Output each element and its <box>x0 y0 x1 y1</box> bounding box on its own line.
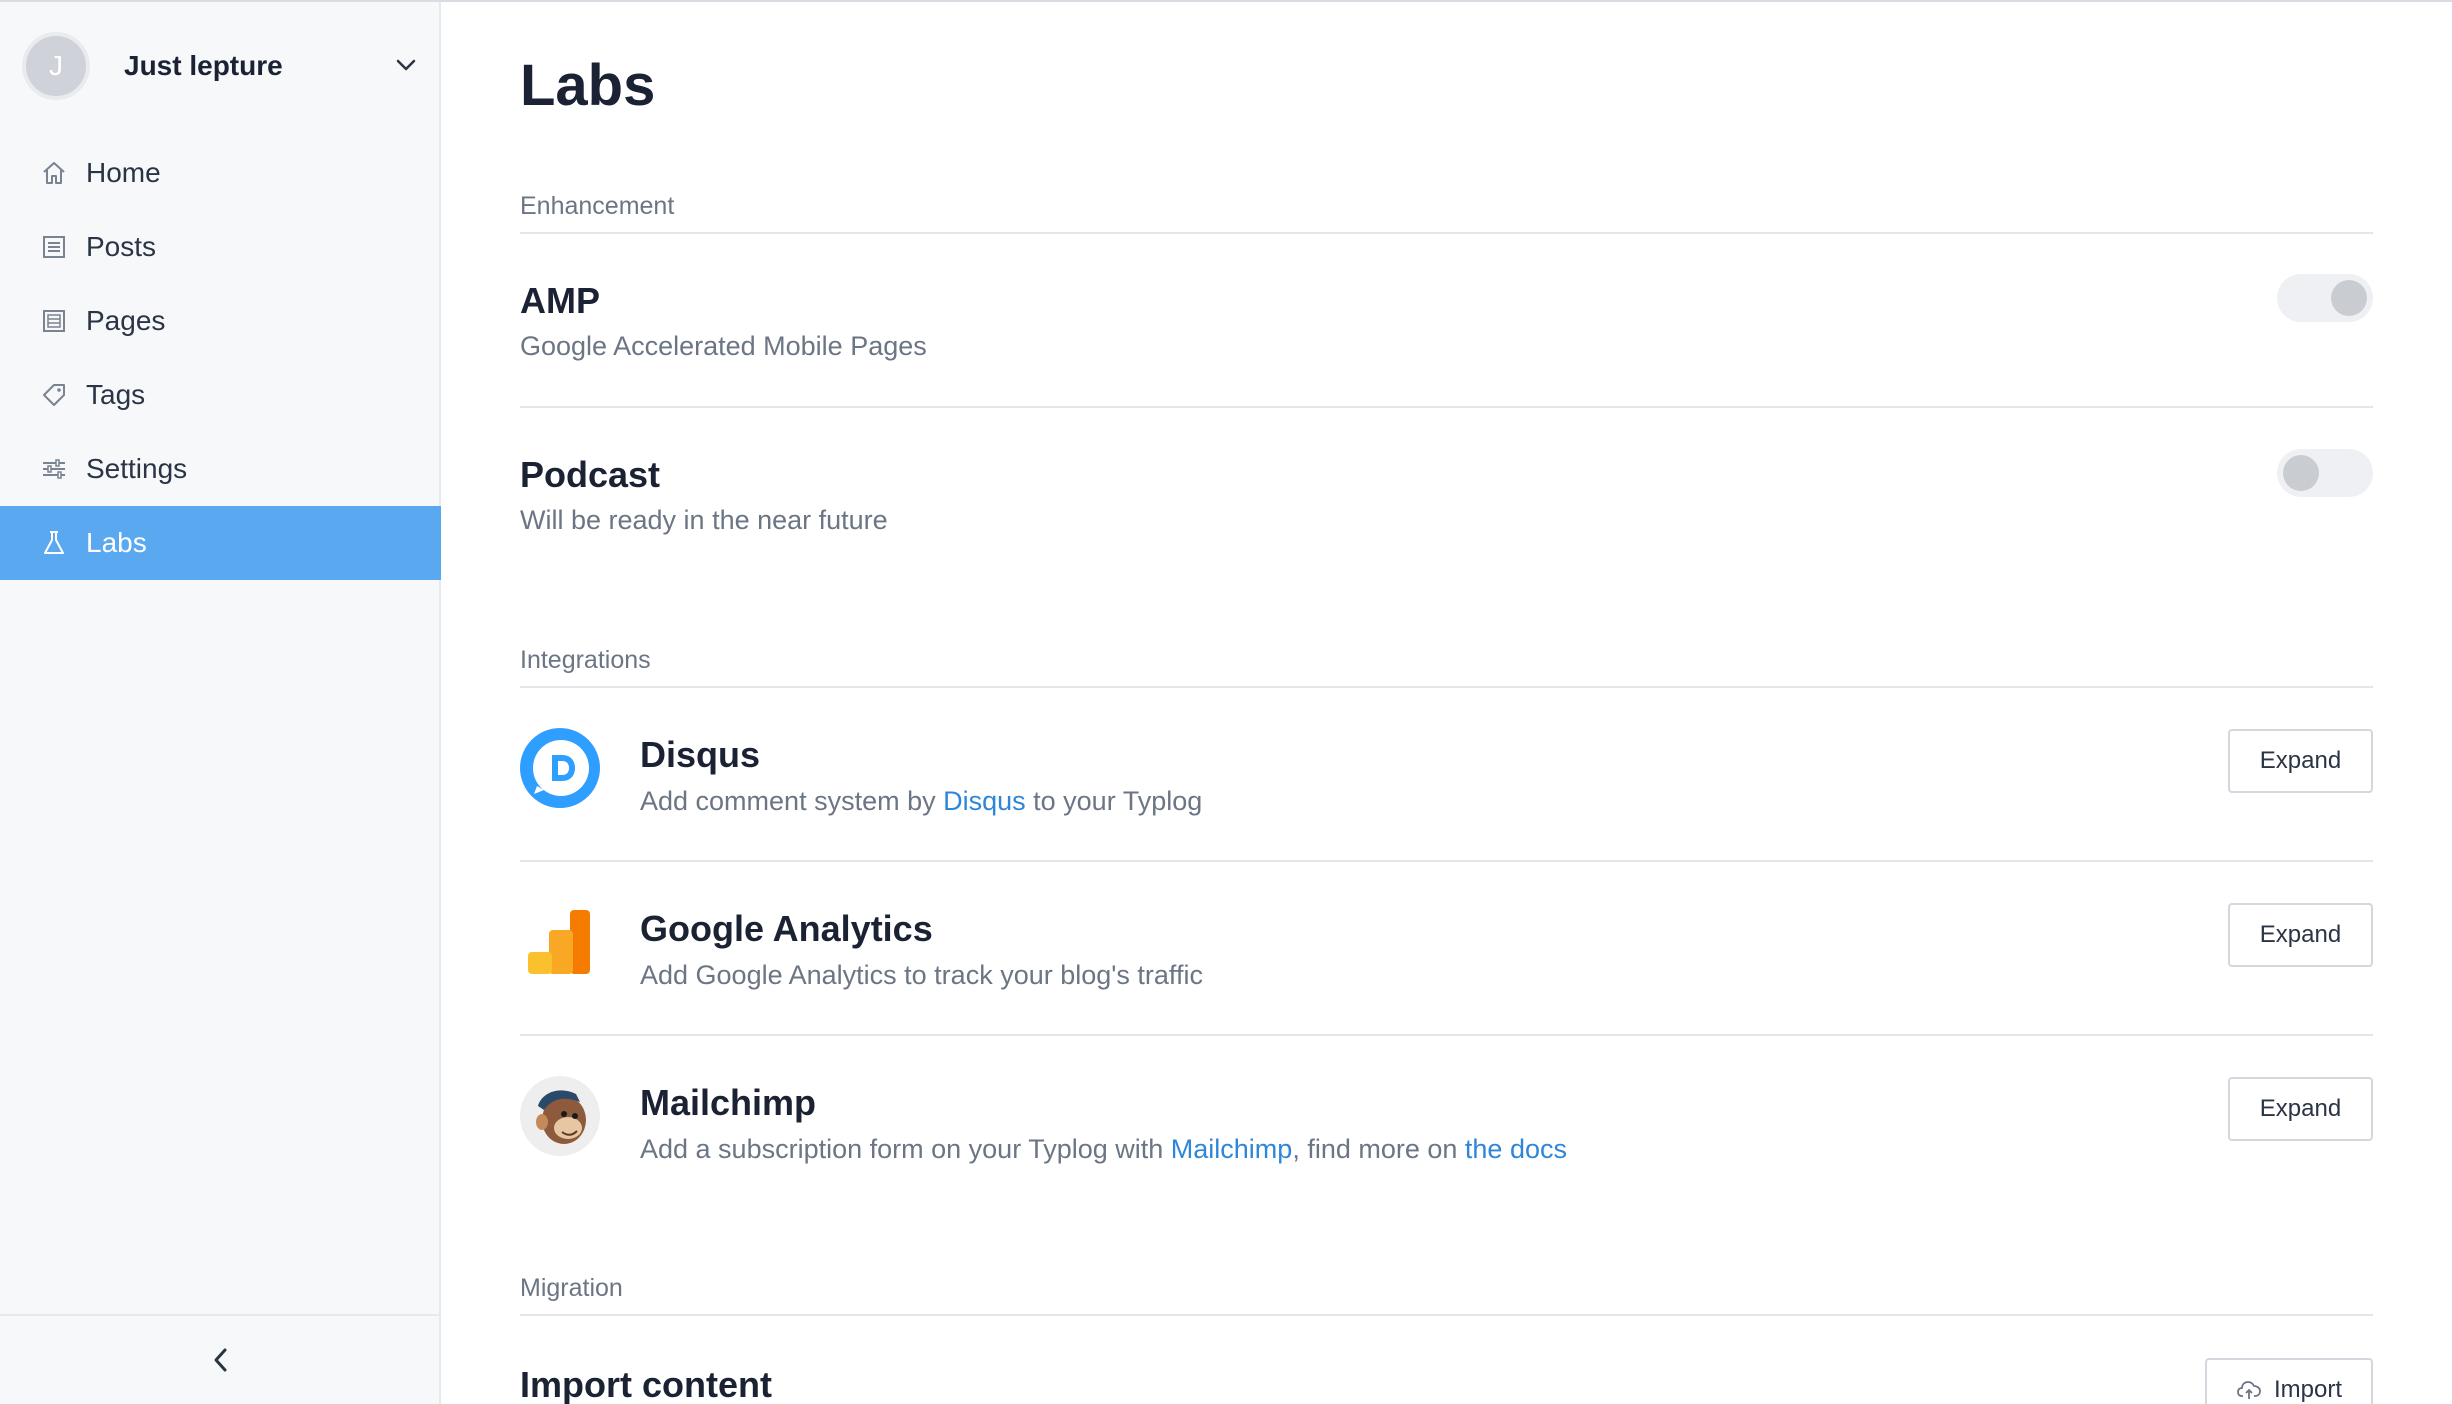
collapse-sidebar-button[interactable] <box>201 1340 241 1380</box>
podcast-description: Will be ready in the near future <box>520 505 888 535</box>
import-button-label: Import <box>2273 1376 2342 1403</box>
podcast-toggle[interactable] <box>2277 449 2373 497</box>
sidebar-footer <box>0 1314 441 1404</box>
page-title: Labs <box>520 53 656 118</box>
podcast-title: Podcast <box>520 454 661 495</box>
labs-flask-icon <box>40 529 68 557</box>
amp-title: AMP <box>520 280 600 321</box>
import-content-title: Import content <box>520 1364 772 1404</box>
account-switcher[interactable]: J Just lepture <box>22 32 427 100</box>
disqus-expand-button[interactable]: Expand <box>2228 729 2373 793</box>
disqus-logo-icon <box>520 728 600 808</box>
sidebar-item-label: Settings <box>86 453 188 484</box>
pages-icon <box>40 307 68 335</box>
sidebar-item-label: Posts <box>86 231 157 262</box>
avatar: J <box>22 32 90 100</box>
docs-link[interactable]: the docs <box>1465 1134 1567 1164</box>
google-analytics-title: Google Analytics <box>640 908 933 949</box>
disqus-link[interactable]: Disqus <box>943 786 1026 816</box>
posts-icon <box>40 233 68 261</box>
toggle-knob <box>2331 280 2367 316</box>
import-button[interactable]: Import <box>2205 1358 2373 1404</box>
disqus-description: Add comment system by Disqus to your Typ… <box>640 786 1202 817</box>
divider <box>520 860 2373 862</box>
sidebar-item-label: Tags <box>86 379 146 410</box>
toggle-knob <box>2283 455 2319 491</box>
sidebar-item-posts[interactable]: Posts <box>0 210 441 284</box>
mailchimp-link[interactable]: Mailchimp <box>1171 1134 1293 1164</box>
sidebar-item-pages[interactable]: Pages <box>0 284 441 358</box>
divider <box>520 1314 2373 1316</box>
sidebar-item-settings[interactable]: Settings <box>0 432 441 506</box>
disqus-desc-text: to your Typlog <box>1025 786 1203 816</box>
google-analytics-description: Add Google Analytics to track your blog'… <box>640 960 1203 990</box>
section-label-integrations: Integrations <box>520 646 651 674</box>
mailchimp-logo-icon <box>520 1076 600 1156</box>
amp-toggle[interactable] <box>2277 274 2373 322</box>
google-analytics-logo-icon <box>520 902 600 982</box>
disqus-desc-text: Add comment system by <box>640 786 944 816</box>
sidebar-item-tags[interactable]: Tags <box>0 358 441 432</box>
sidebar-item-label: Labs <box>86 527 147 558</box>
sidebar-nav: Home Posts Pages Tags Settings Labs <box>0 136 441 580</box>
chevron-down-icon[interactable] <box>393 52 419 78</box>
mailchimp-title: Mailchimp <box>640 1082 817 1123</box>
sidebar-item-labs[interactable]: Labs <box>0 506 441 580</box>
chevron-left-icon[interactable] <box>209 1345 233 1375</box>
account-name: Just lepture <box>124 50 283 81</box>
google-analytics-expand-button[interactable]: Expand <box>2228 903 2373 967</box>
divider <box>520 686 2373 688</box>
divider <box>520 1034 2373 1036</box>
amp-description: Google Accelerated Mobile Pages <box>520 331 927 361</box>
sidebar-item-home[interactable]: Home <box>0 136 441 210</box>
mailchimp-expand-button[interactable]: Expand <box>2228 1077 2373 1141</box>
tag-icon <box>40 381 68 409</box>
app-window: J Just lepture Home Posts Pages Tags Set… <box>0 0 2452 1404</box>
mailchimp-description: Add a subscription form on your Typlog w… <box>640 1134 1567 1165</box>
cloud-upload-icon <box>2237 1381 2261 1399</box>
disqus-title: Disqus <box>640 734 761 775</box>
section-label-migration: Migration <box>520 1274 623 1302</box>
sidebar-item-label: Pages <box>86 305 166 336</box>
divider <box>520 232 2373 234</box>
mailchimp-desc-text: Add a subscription form on your Typlog w… <box>640 1134 1171 1164</box>
settings-icon <box>40 455 68 483</box>
section-label-enhancement: Enhancement <box>520 192 675 220</box>
mailchimp-desc-text: , find more on <box>1292 1134 1465 1164</box>
sidebar: J Just lepture Home Posts Pages Tags Set… <box>0 2 441 1404</box>
home-icon <box>40 159 68 187</box>
divider <box>520 406 2373 408</box>
main-content: Labs Enhancement AMP Google Accelerated … <box>520 2 2373 1404</box>
sidebar-item-label: Home <box>86 157 161 188</box>
